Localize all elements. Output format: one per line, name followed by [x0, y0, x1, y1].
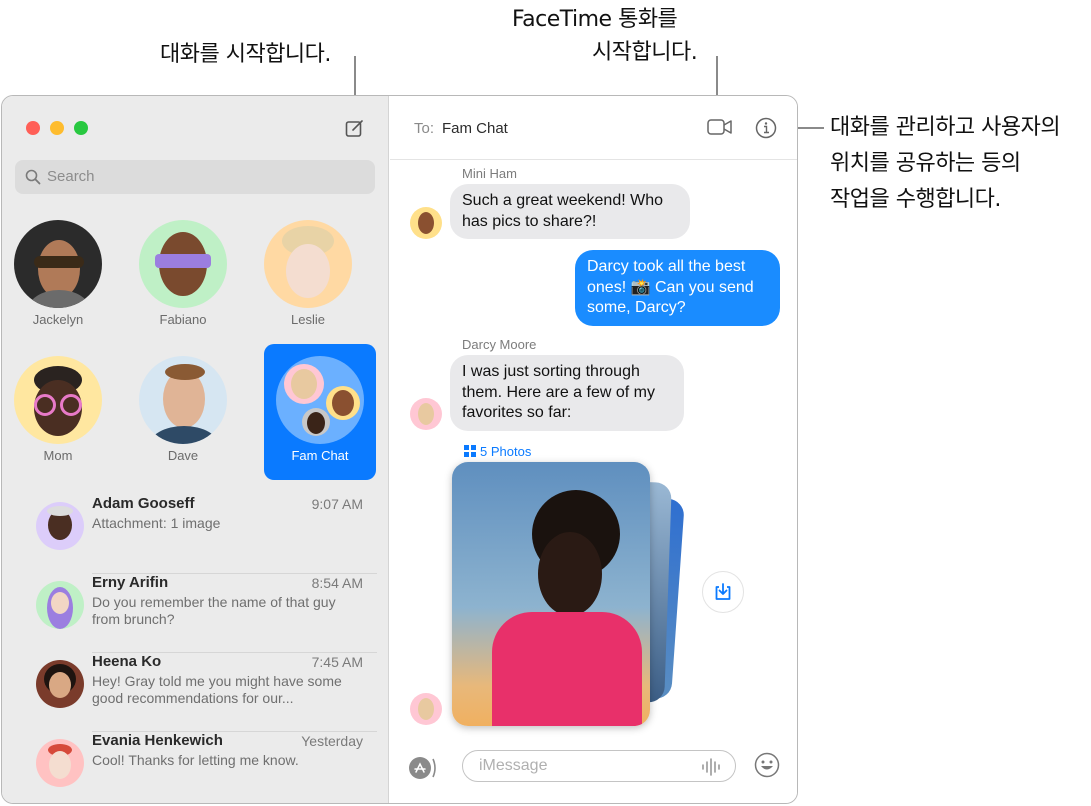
- messages-window: Search Jackelyn Fabiano Leslie Mom Dave …: [1, 95, 798, 804]
- emoji-icon[interactable]: [754, 752, 780, 778]
- conversation-item[interactable]: Evania Henkewich Yesterday Cool! Thanks …: [2, 732, 389, 803]
- info-icon[interactable]: [755, 117, 777, 139]
- pinned-name: Fam Chat: [291, 448, 349, 463]
- conversation-time: 8:54 AM: [311, 575, 363, 591]
- group-avatar: [276, 356, 364, 444]
- sidebar: Search Jackelyn Fabiano Leslie Mom Dave …: [2, 96, 389, 803]
- avatar: [14, 356, 102, 444]
- pinned-dave[interactable]: Dave: [127, 344, 239, 480]
- download-icon: [715, 583, 731, 600]
- callout-info-line2: 위치를 공유하는 등의: [830, 151, 1021, 176]
- search-icon: [25, 169, 41, 185]
- conversation-item[interactable]: Erny Arifin 8:54 AM Do you remember the …: [2, 574, 389, 653]
- avatar: [14, 220, 102, 308]
- conversation-preview: Attachment: 1 image: [92, 515, 221, 531]
- conversation-name: Erny Arifin: [92, 574, 169, 591]
- conversation-time: 7:45 AM: [311, 654, 363, 670]
- compose-button[interactable]: [344, 117, 366, 139]
- facetime-video-icon[interactable]: [707, 117, 733, 137]
- conversation-time: 9:07 AM: [311, 496, 363, 512]
- conversation-preview: Hey! Gray told me you might have some go…: [92, 673, 342, 706]
- pinned-name: Mom: [43, 448, 73, 463]
- pinned-name: Jackelyn: [32, 312, 84, 327]
- search-field[interactable]: Search: [15, 160, 375, 194]
- avatar: [36, 660, 84, 708]
- avatar: [36, 581, 84, 629]
- zoom-button[interactable]: [74, 121, 88, 135]
- avatar: [264, 220, 352, 308]
- conversation-name: Evania Henkewich: [92, 732, 223, 749]
- pinned-leslie[interactable]: Leslie: [252, 208, 364, 344]
- close-button[interactable]: [26, 121, 40, 135]
- callout-info-line3: 작업을 수행합니다.: [830, 187, 1001, 212]
- to-label: To:: [414, 120, 435, 137]
- message-bubble-incoming: I was just sorting through them. Here ar…: [450, 355, 684, 431]
- compose-icon: [345, 120, 363, 137]
- avatar: [36, 502, 84, 550]
- chat-header: To: Fam Chat: [390, 96, 797, 160]
- photos-count: 5 Photos: [480, 444, 532, 459]
- conversation-item[interactable]: Heena Ko 7:45 AM Hey! Gray told me you m…: [2, 653, 389, 732]
- avatar: [139, 220, 227, 308]
- audio-waveform-icon[interactable]: [701, 757, 723, 777]
- app-store-icon[interactable]: [408, 756, 440, 780]
- photos-stack-label[interactable]: 5 Photos: [464, 444, 531, 459]
- pinned-name: Fabiano: [159, 312, 207, 327]
- pinned-name: Leslie: [291, 312, 325, 327]
- pinned-mom[interactable]: Mom: [2, 344, 114, 480]
- message-bubble-outgoing: Darcy took all the best ones! 📸 Can you …: [575, 250, 780, 326]
- sender-avatar: [410, 693, 442, 725]
- pinned-jackelyn[interactable]: Jackelyn: [2, 208, 114, 344]
- pinned-fam-chat[interactable]: Fam Chat: [264, 344, 376, 480]
- callout-facetime-line1: FaceTime 통화를: [512, 7, 678, 32]
- minimize-button[interactable]: [50, 121, 64, 135]
- pinned-name: Dave: [167, 448, 199, 463]
- message-input-placeholder: iMessage: [479, 757, 548, 774]
- photo-main[interactable]: [452, 462, 650, 726]
- conversation-item[interactable]: Adam Gooseff 9:07 AM Attachment: 1 image: [2, 495, 389, 574]
- sender-name: Mini Ham: [462, 166, 517, 181]
- avatar: [36, 739, 84, 787]
- save-photos-button[interactable]: [702, 571, 744, 613]
- message-bubble-incoming: Such a great weekend! Who has pics to sh…: [450, 184, 690, 239]
- search-placeholder: Search: [47, 168, 95, 185]
- conversation-name: Adam Gooseff: [92, 495, 195, 512]
- message-input[interactable]: iMessage: [462, 750, 736, 782]
- avatar: [139, 356, 227, 444]
- sender-name: Darcy Moore: [462, 337, 537, 352]
- sender-avatar: [410, 398, 442, 430]
- callout-info-line1: 대화를 관리하고 사용자의: [830, 115, 1061, 140]
- callout-facetime-line2: 시작합니다.: [592, 40, 698, 65]
- sender-avatar: [410, 207, 442, 239]
- grid-icon: [464, 445, 476, 457]
- pinned-fabiano[interactable]: Fabiano: [127, 208, 239, 344]
- conversation-preview: Do you remember the name of that guy fro…: [92, 594, 336, 627]
- recipient-field[interactable]: Fam Chat: [442, 120, 508, 137]
- conversation-preview: Cool! Thanks for letting me know.: [92, 752, 299, 768]
- callout-compose: 대화를 시작합니다.: [160, 42, 331, 67]
- conversation-time: Yesterday: [301, 733, 363, 749]
- compose-bar: iMessage: [390, 741, 797, 803]
- chat-pane: To: Fam Chat Mini Ham Such a great weeke…: [390, 96, 797, 803]
- conversation-name: Heena Ko: [92, 653, 162, 670]
